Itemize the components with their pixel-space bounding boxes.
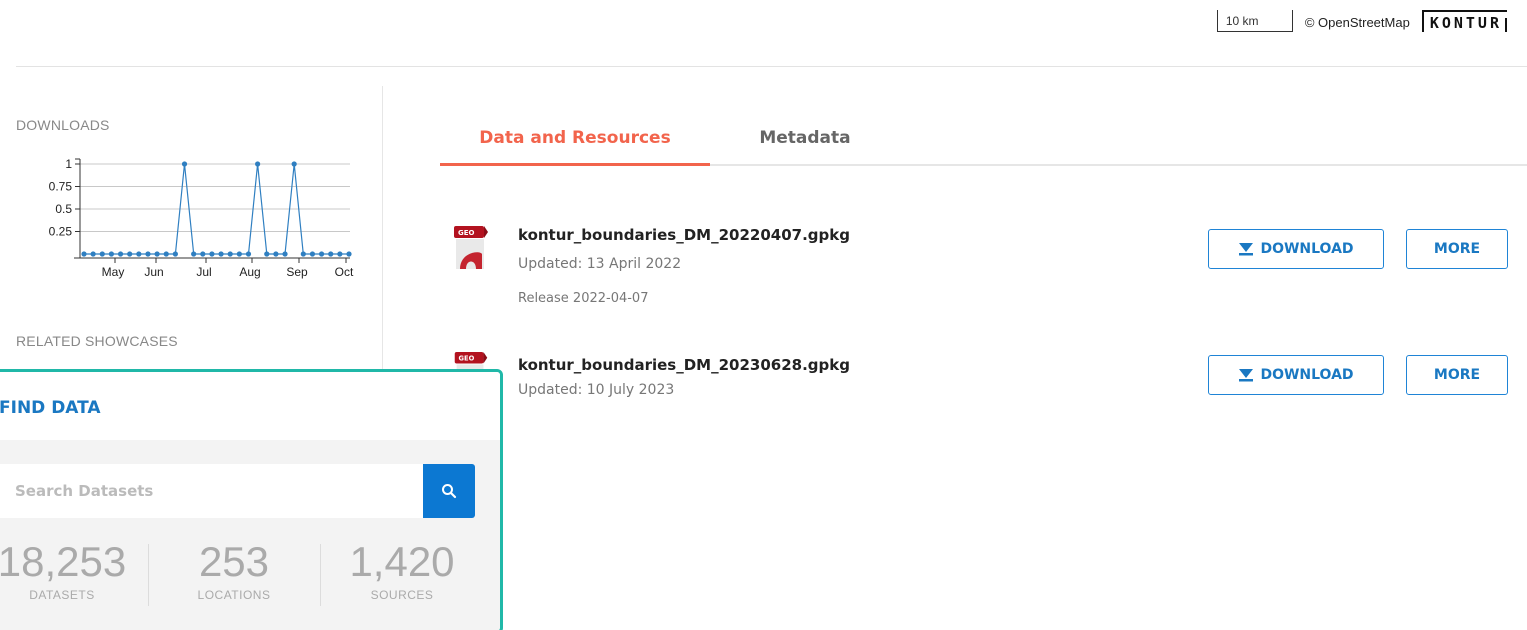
chart-data-point: [163, 251, 169, 257]
x-tick-label: May: [102, 265, 125, 279]
chart-data-point: [346, 251, 352, 257]
geo-icon-text: GEO: [458, 229, 475, 237]
find-data-title: FIND DATA: [0, 372, 500, 440]
resource-description: Release 2022-04-07: [518, 291, 649, 306]
kontur-logo[interactable]: KONTUR: [1421, 10, 1507, 32]
stat-sources[interactable]: 1,420 SOURCES: [317, 538, 487, 603]
download-label: DOWNLOAD: [1260, 367, 1354, 383]
x-tick-label: Jun: [144, 265, 163, 279]
chart-data-point: [90, 251, 96, 257]
chart-data-point: [108, 251, 115, 257]
stat-datasets[interactable]: 18,253 DATASETS: [0, 538, 147, 603]
resource-item: GEO kontur_boundaries_DM_20230628.gpkg U…: [440, 352, 1527, 412]
section-divider: [16, 66, 1527, 67]
chart-data-point: [172, 251, 178, 257]
y-tick-label: 1: [65, 157, 72, 171]
geo-icon-text: GEO: [459, 355, 475, 363]
more-button[interactable]: MORE: [1406, 229, 1508, 269]
search-icon: [442, 484, 457, 499]
resource-name[interactable]: kontur_boundaries_DM_20220407.gpkg: [518, 226, 850, 244]
chart-data-point: [300, 251, 306, 257]
stat-value: 1,420: [349, 538, 455, 585]
stat-value: 253: [198, 538, 270, 585]
find-data-panel: FIND DATA 18,253 DATASETS 253 LOCATIONS …: [0, 369, 503, 630]
download-icon: [1239, 243, 1254, 256]
download-icon: [1239, 369, 1254, 382]
chart-data-point: [181, 161, 188, 167]
chart-data-point: [273, 251, 279, 257]
chart-data-point: [117, 251, 124, 257]
download-label: DOWNLOAD: [1260, 241, 1354, 257]
x-tick-label: Aug: [239, 265, 260, 279]
chart-data-point: [191, 251, 197, 257]
x-tick-label: Sep: [286, 265, 308, 279]
sidebar-divider: [382, 86, 383, 376]
chart-data-point: [337, 251, 343, 257]
download-button[interactable]: DOWNLOAD: [1208, 229, 1384, 269]
chart-data-point: [81, 251, 87, 257]
download-button[interactable]: DOWNLOAD: [1208, 355, 1384, 395]
chart-data-point: [309, 251, 316, 257]
chart-data-point: [99, 251, 105, 257]
y-tick-label: 0.75: [49, 180, 73, 194]
more-button[interactable]: MORE: [1406, 355, 1508, 395]
downloads-chart: 0.25 0.5 0.75 1 May Jun Jul Aug Sep Oct: [49, 157, 354, 279]
chart-data-point: [209, 251, 215, 257]
chart-data-point: [255, 161, 261, 167]
chart-data-point: [264, 251, 270, 257]
x-tick-label: Jul: [196, 265, 211, 279]
chart-data-point: [328, 251, 334, 257]
chart-data-point: [218, 251, 224, 257]
kontur-logo-text: KONTUR: [1429, 14, 1502, 32]
chart-data-point: [154, 251, 160, 257]
stat-label: LOCATIONS: [197, 588, 271, 602]
search-datasets-input[interactable]: [0, 464, 423, 518]
geo-file-icon: GEO: [454, 226, 488, 269]
stat-value: 18,253: [0, 538, 127, 585]
related-showcases-heading: RELATED SHOWCASES: [16, 333, 178, 349]
tab-metadata[interactable]: Metadata: [750, 116, 860, 166]
chart-data-point: [282, 251, 288, 257]
chart-data-point: [227, 251, 233, 257]
stat-label: SOURCES: [370, 588, 434, 602]
stat-locations[interactable]: 253 LOCATIONS: [149, 538, 319, 603]
resource-item: GEO kontur_boundaries_DM_20220407.gpkg U…: [440, 226, 1527, 316]
chart-data-point: [145, 251, 151, 257]
chart-data-point: [236, 251, 242, 257]
chart-data-point: [318, 251, 325, 257]
downloads-heading: DOWNLOADS: [16, 117, 110, 133]
dataset-search: [0, 464, 475, 518]
x-tick-label: Oct: [335, 265, 354, 279]
chart-data-point: [200, 251, 206, 257]
y-tick-label: 0.5: [55, 202, 72, 216]
chart-data-point: [245, 251, 252, 257]
map-scale-bar: 10 km: [1216, 10, 1293, 32]
chart-data-point: [291, 161, 297, 167]
tab-data-and-resources[interactable]: Data and Resources: [440, 116, 710, 166]
y-tick-label: 0.25: [49, 225, 73, 239]
resource-tabs: Data and Resources Metadata: [440, 116, 1527, 166]
search-button[interactable]: [423, 464, 475, 518]
map-attribution: 10 km © OpenStreetMap KONTUR: [1216, 8, 1507, 36]
osm-attribution-link[interactable]: © OpenStreetMap: [1305, 15, 1410, 30]
chart-data-point: [136, 251, 142, 257]
resource-name[interactable]: kontur_boundaries_DM_20230628.gpkg: [518, 356, 850, 374]
resource-updated: Updated: 13 April 2022: [518, 256, 682, 272]
site-stats: 18,253 DATASETS 253 LOCATIONS 1,420 SOUR…: [0, 540, 497, 610]
chart-data-point: [127, 251, 133, 257]
resource-updated: Updated: 10 July 2023: [518, 382, 675, 398]
stat-label: DATASETS: [29, 588, 95, 602]
